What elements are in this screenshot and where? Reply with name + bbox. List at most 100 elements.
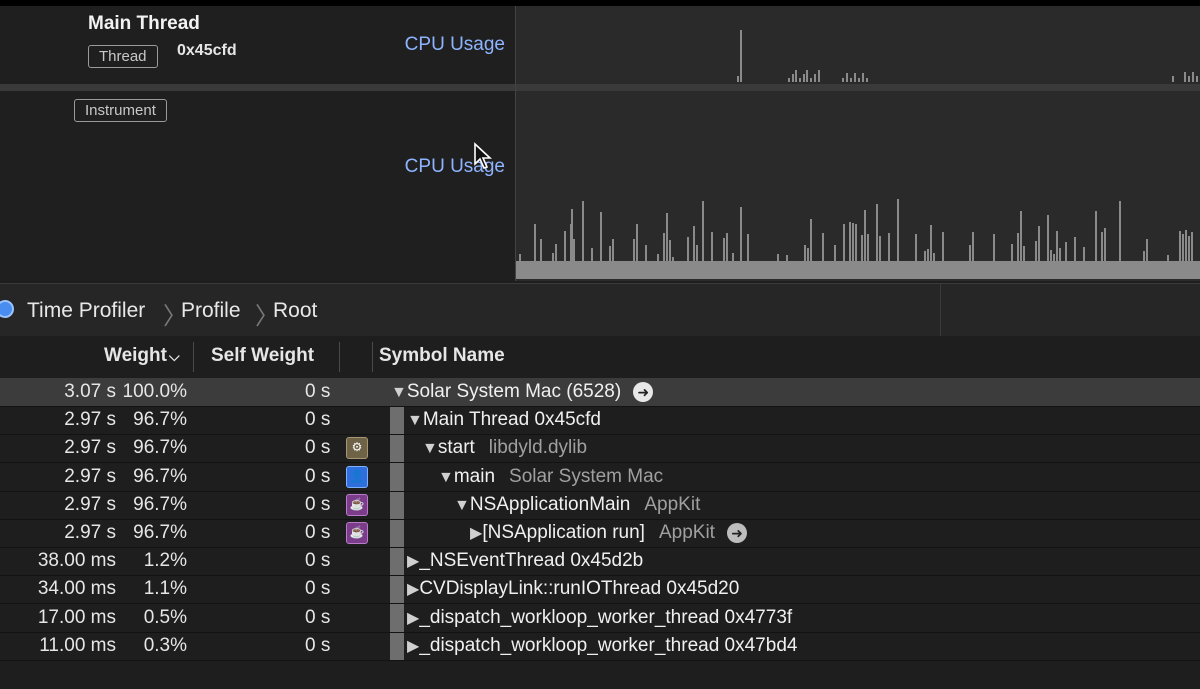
cpu-spike <box>864 210 866 279</box>
instrument-cpu-graph[interactable] <box>516 91 1200 281</box>
cpu-spike <box>799 78 801 82</box>
weight-percent-cell: 1.1% <box>143 578 187 600</box>
self-weight-cell: 0 s <box>305 465 331 487</box>
cpu-baseline <box>516 261 1200 279</box>
table-row[interactable]: 2.97 s 96.7% 0 s ⚙ ▼start libdyld.dylib <box>0 434 1200 464</box>
symbol-cell: ▶_NSEventThread 0x45d2b <box>407 547 643 576</box>
table-row[interactable]: 34.00 ms 1.1% 0 s ▶CVDisplayLink::runIOThre… <box>0 575 1200 605</box>
go-arrow-icon[interactable]: ➜ <box>726 522 747 543</box>
column-separator[interactable] <box>372 342 373 372</box>
cpu-spike <box>732 253 734 279</box>
cpu-spike <box>582 201 584 279</box>
table-row[interactable]: 38.00 ms 1.2% 0 s ▶_NSEventThread 0x45d2b <box>0 547 1200 577</box>
symbol-cell: ▼Main Thread 0x45cfd <box>407 406 601 435</box>
weight-cell: 34.00 ms <box>37 578 116 600</box>
column-separator[interactable] <box>193 342 194 372</box>
disclosure-expanded-icon[interactable]: ▼ <box>407 412 423 429</box>
self-weight-cell: 0 s <box>305 409 331 431</box>
cpu-spike <box>564 231 566 279</box>
cpu-spike <box>1167 255 1169 279</box>
cpu-spike <box>1047 215 1049 279</box>
library-name: AppKit <box>658 522 715 543</box>
main-thread-track-header[interactable]: Main Thread Thread 0x45cfd CPU Usage <box>0 6 515 84</box>
breadcrumb-root[interactable]: Root <box>273 299 317 323</box>
symbol-name-column-header[interactable]: Symbol Name <box>379 345 505 367</box>
thread-title: Main Thread <box>88 13 200 34</box>
instrument-tag: Instrument <box>74 99 167 122</box>
cpu-spike <box>534 224 536 279</box>
column-separator[interactable] <box>339 342 340 372</box>
symbol-cell: ▼NSApplicationMain AppKit <box>454 491 700 520</box>
weight-column-header[interactable]: Weight ⌵ <box>104 345 180 367</box>
main-thread-cpu-graph-svg <box>737 30 1198 82</box>
time-profiler-icon <box>0 300 14 318</box>
cpu-spike <box>807 248 809 279</box>
cpu-spike <box>842 78 844 82</box>
breadcrumb-profile[interactable]: Profile <box>181 299 241 323</box>
symbol-name: _NSEventThread 0x45d2b <box>419 550 644 572</box>
call-tree-table: 3.07 s 100.0% 0 s ▼Solar System Mac (6528) ➜… <box>0 378 1200 689</box>
disclosure-expanded-icon[interactable]: ▼ <box>438 469 454 486</box>
cpu-spike <box>876 204 878 279</box>
breadcrumb-divider <box>940 284 941 336</box>
disclosure-collapsed-icon[interactable]: ▶ <box>407 638 419 655</box>
table-row[interactable]: 2.97 s 96.7% 0 s 👤 ▼main Solar System Mac <box>0 463 1200 492</box>
weight-cell: 3.07 s <box>64 381 116 402</box>
symbol-name: _dispatch_workloop_worker_thread 0x4773f <box>419 606 793 628</box>
cpu-spike <box>879 236 881 279</box>
mouse-cursor-icon <box>474 142 493 169</box>
cpu-spike <box>818 70 820 82</box>
weight-cell: 38.00 ms <box>37 550 116 572</box>
cpu-spike <box>600 212 602 279</box>
weight-cell: 17.00 ms <box>37 606 116 628</box>
breadcrumb-time-profiler[interactable]: Time Profiler <box>27 299 145 323</box>
cpu-spike <box>792 74 794 82</box>
disclosure-collapsed-icon[interactable]: ▶ <box>407 553 419 570</box>
table-row[interactable]: 3.07 s 100.0% 0 s ▼Solar System Mac (6528) ➜ <box>0 378 1200 407</box>
table-row[interactable]: 17.00 ms 0.5% 0 s ▶_dispatch_workloop_worke… <box>0 604 1200 633</box>
self-weight-cell: 0 s <box>305 437 331 459</box>
table-row[interactable]: 2.97 s 96.7% 0 s ☕ ▼NSApplicationMain AppKit <box>0 491 1200 520</box>
symbol-name: main <box>453 465 496 487</box>
cpu-spike <box>1038 226 1040 279</box>
cpu-spike <box>1172 76 1174 82</box>
disclosure-collapsed-icon[interactable]: ▶ <box>407 581 419 598</box>
cpu-spike <box>849 222 851 279</box>
cpu-spike <box>810 78 812 82</box>
user-icon: 👤 <box>346 465 368 488</box>
cpu-spike <box>1053 254 1055 279</box>
cpu-spike <box>795 70 797 82</box>
cpu-spike <box>1095 211 1097 279</box>
go-arrow-icon[interactable]: ➜ <box>633 381 654 402</box>
table-row[interactable]: 11.00 ms 0.3% 0 s ▶_dispatch_workloop_worke… <box>0 632 1200 661</box>
cpu-spike <box>672 257 674 279</box>
disclosure-expanded-icon[interactable]: ▼ <box>454 497 470 514</box>
track-separator[interactable] <box>0 84 1200 91</box>
disclosure-expanded-icon[interactable]: ▼ <box>391 384 407 401</box>
instrument-track-header[interactable]: Instrument CPU Usage <box>0 91 515 281</box>
disclosure-collapsed-icon[interactable]: ▶ <box>470 525 482 542</box>
cpu-spike <box>1179 231 1181 279</box>
self-weight-column-header[interactable]: Self Weight <box>211 345 314 367</box>
weight-percent-cell: 1.2% <box>143 550 187 572</box>
weight-percent-cell: 0.5% <box>143 606 187 628</box>
library-name: Solar System Mac <box>509 465 664 487</box>
table-row[interactable]: 2.97 s 96.7% 0 s ▼Main Thread 0x45cfd <box>0 406 1200 436</box>
cpu-spike <box>740 30 742 82</box>
disclosure-expanded-icon[interactable]: ▼ <box>422 440 438 457</box>
cpu-spike <box>663 233 665 279</box>
main-thread-cpu-graph[interactable] <box>516 6 1200 84</box>
symbol-cell: ▼start libdyld.dylib <box>422 434 587 463</box>
cpu-spike <box>711 232 713 279</box>
cpu-spike <box>866 78 868 82</box>
breadcrumb: Time Profiler 〉 Profile 〉 Root <box>0 283 1200 337</box>
symbol-cell: ▶_dispatch_workloop_worker_thread 0x47bd… <box>407 632 797 661</box>
disclosure-collapsed-icon[interactable]: ▶ <box>407 610 419 627</box>
cpu-spike <box>1020 211 1022 279</box>
cpu-spike <box>846 73 848 82</box>
table-row[interactable]: 2.97 s 96.7% 0 s ☕ ▶[NSApplication run] AppKi… <box>0 519 1200 548</box>
gear-icon: ⚙ <box>346 437 368 460</box>
cpu-spike <box>723 238 725 279</box>
cpu-spike <box>612 239 614 279</box>
cpu-spike <box>993 234 995 279</box>
